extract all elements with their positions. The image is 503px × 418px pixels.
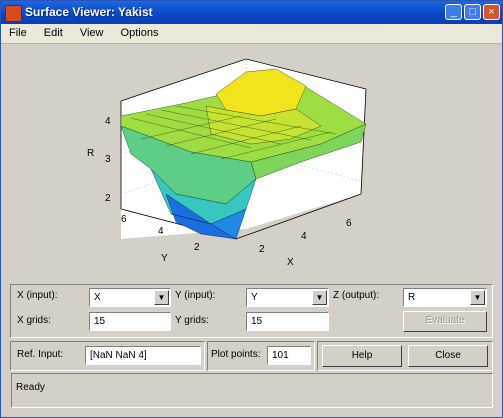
- surface-plot[interactable]: 4 3 2 R 6 4 2 Y 2 4 6 X: [1, 44, 502, 274]
- y-tick-label: 6: [121, 214, 127, 225]
- x-input-label: X (input):: [17, 290, 58, 301]
- minimize-icon[interactable]: _: [445, 4, 462, 20]
- menu-bar: File Edit View Options: [1, 24, 502, 44]
- x-tick-label: 4: [301, 231, 307, 242]
- title-bar[interactable]: Surface Viewer: Yakist _ □ ×: [1, 1, 502, 24]
- z-tick-label: 4: [105, 116, 111, 127]
- y-grids-label: Y grids:: [175, 315, 209, 326]
- x-axis-label: X: [287, 257, 294, 268]
- y-tick-label: 4: [158, 226, 164, 237]
- z-tick-label: 2: [105, 193, 111, 204]
- maximize-icon[interactable]: □: [464, 4, 481, 20]
- surface-plot-area[interactable]: 4 3 2 R 6 4 2 Y 2 4 6 X: [1, 44, 502, 274]
- chevron-down-icon[interactable]: ▼: [470, 290, 485, 305]
- x-tick-label: 6: [346, 218, 352, 229]
- menu-view[interactable]: View: [74, 24, 110, 43]
- y-input-value: Y: [251, 292, 258, 303]
- menu-options[interactable]: Options: [115, 24, 165, 43]
- z-tick-label: 3: [105, 154, 111, 165]
- y-input-label: Y (input):: [175, 290, 216, 301]
- y-tick-label: 2: [194, 242, 200, 253]
- z-output-value: R: [408, 292, 416, 303]
- plot-points-label: Plot points:: [211, 349, 261, 360]
- close-icon[interactable]: ×: [483, 4, 500, 20]
- ref-input-label: Ref. Input:: [17, 349, 64, 360]
- x-input-select[interactable]: X ▼: [89, 288, 171, 307]
- x-grids-input[interactable]: 15: [89, 312, 171, 331]
- z-output-label: Z (output):: [333, 290, 380, 301]
- close-button[interactable]: Close: [408, 345, 488, 367]
- status-bar: Ready: [11, 373, 493, 408]
- menu-edit[interactable]: Edit: [38, 24, 69, 43]
- menu-file[interactable]: File: [3, 24, 33, 43]
- chevron-down-icon[interactable]: ▼: [312, 290, 327, 305]
- x-tick-label: 2: [259, 244, 265, 255]
- matlab-app-icon: [5, 5, 22, 22]
- z-axis-label: R: [87, 148, 94, 159]
- evaluate-button[interactable]: Evaluate: [403, 311, 487, 332]
- chevron-down-icon[interactable]: ▼: [154, 290, 169, 305]
- x-input-value: X: [94, 292, 101, 303]
- y-grids-input[interactable]: 15: [246, 312, 329, 331]
- surface-viewer-window: Surface Viewer: Yakist _ □ × File Edit V…: [0, 0, 503, 418]
- x-grids-label: X grids:: [17, 315, 51, 326]
- window-title: Surface Viewer: Yakist: [25, 5, 153, 19]
- help-button[interactable]: Help: [322, 345, 402, 367]
- z-output-select[interactable]: R ▼: [403, 288, 487, 307]
- y-axis-label: Y: [161, 253, 168, 264]
- plot-points-field[interactable]: 101: [267, 346, 311, 365]
- y-input-select[interactable]: Y ▼: [246, 288, 329, 307]
- ref-input-field[interactable]: [NaN NaN 4]: [85, 346, 201, 365]
